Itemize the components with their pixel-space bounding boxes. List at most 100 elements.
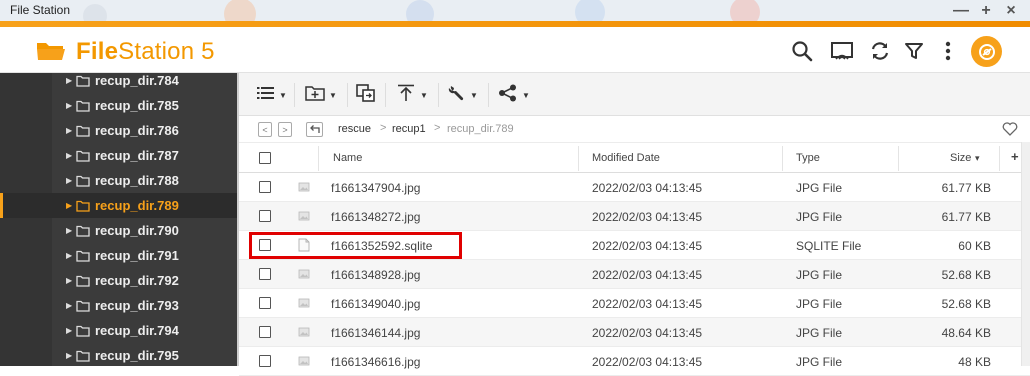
upload-button[interactable]: ▼	[396, 82, 428, 108]
row-checkbox[interactable]	[259, 355, 271, 367]
expand-arrow-icon[interactable]: ▶	[66, 101, 72, 110]
sidebar-item-label: recup_dir.788	[95, 173, 179, 188]
chevron-right-icon: >	[282, 124, 288, 135]
file-name[interactable]: f1661346616.jpg	[331, 355, 420, 369]
expand-arrow-icon[interactable]: ▶	[66, 126, 72, 135]
minimize-button[interactable]: —	[951, 0, 971, 21]
sidebar-item-recup-dir-795[interactable]: ▶ recup_dir.795	[0, 343, 237, 368]
list-view-icon	[257, 86, 275, 105]
table-row[interactable]: f1661349040.jpg 2022/02/03 04:13:45 JPG Fi…	[239, 289, 1030, 318]
sidebar-item-recup-dir-784[interactable]: ▶ recup_dir.784	[0, 68, 237, 93]
tools-icon	[448, 84, 466, 107]
breadcrumb-item[interactable]: rescue	[338, 123, 371, 135]
app-name: FileStation 5	[76, 38, 215, 65]
sort-desc-icon: ▾	[975, 153, 980, 163]
table-row[interactable]: f1661346616.jpg 2022/02/03 04:13:45 JPG Fi…	[239, 347, 1030, 376]
file-name[interactable]: f1661349040.jpg	[331, 297, 420, 311]
modified-date: 2022/02/03 04:13:45	[592, 326, 703, 340]
toolbar: ▼ ▼ ▼ ▼ ▼	[239, 73, 1030, 116]
row-checkbox[interactable]	[259, 239, 271, 251]
expand-arrow-icon[interactable]: ▶	[66, 301, 72, 310]
sidebar-item-recup-dir-785[interactable]: ▶ recup_dir.785	[0, 93, 237, 118]
wallpaper-backdrop	[83, 0, 760, 21]
row-checkbox[interactable]	[259, 268, 271, 280]
table-header: Name Modified Date Type Size ▾ +	[239, 144, 1030, 173]
chevron-down-icon: ▼	[420, 90, 428, 100]
table-row[interactable]: f1661346144.jpg 2022/02/03 04:13:45 JPG Fi…	[239, 318, 1030, 347]
file-name[interactable]: f1661347904.jpg	[331, 181, 420, 195]
row-checkbox[interactable]	[259, 181, 271, 193]
window-title-bar: File Station — + ×	[0, 0, 1030, 21]
file-name[interactable]: f1661348928.jpg	[331, 268, 420, 282]
expand-arrow-icon[interactable]: ▶	[66, 276, 72, 285]
breadcrumb-current: recup_dir.789	[447, 123, 514, 135]
table-row[interactable]: f1661352592.sqlite 2022/02/03 04:13:45 SQL…	[239, 231, 1030, 260]
chevron-down-icon: ▼	[279, 90, 287, 100]
file-name[interactable]: f1661352592.sqlite	[331, 239, 432, 253]
expand-arrow-icon[interactable]: ▶	[66, 326, 72, 335]
folder-icon	[76, 274, 90, 292]
sidebar-item-recup-dir-793[interactable]: ▶ recup_dir.793	[0, 293, 237, 318]
image-file-icon	[298, 180, 310, 198]
column-header-modified[interactable]: Modified Date	[592, 152, 660, 164]
folder-icon	[76, 349, 90, 367]
expand-arrow-icon[interactable]: ▶	[66, 226, 72, 235]
column-header-type[interactable]: Type	[796, 152, 820, 164]
sidebar-item-recup-dir-787[interactable]: ▶ recup_dir.787	[0, 143, 237, 168]
table-row[interactable]: f1661347904.jpg 2022/02/03 04:13:45 JPG Fi…	[239, 173, 1030, 202]
add-column-button[interactable]: +	[1011, 149, 1019, 164]
search-icon[interactable]	[790, 39, 814, 63]
sidebar-item-recup-dir-789[interactable]: ▶ recup_dir.789	[0, 193, 237, 218]
sidebar-item-recup-dir-791[interactable]: ▶ recup_dir.791	[0, 243, 237, 268]
user-avatar-icon[interactable]	[971, 36, 1002, 67]
row-checkbox[interactable]	[259, 297, 271, 309]
sidebar-item-recup-dir-792[interactable]: ▶ recup_dir.792	[0, 268, 237, 293]
create-button[interactable]: ▼	[305, 82, 337, 108]
forward-button[interactable]: >	[278, 122, 292, 137]
column-divider	[578, 146, 579, 171]
expand-arrow-icon[interactable]: ▶	[66, 201, 72, 210]
view-mode-button[interactable]: ▼	[257, 82, 287, 108]
expand-arrow-icon[interactable]: ▶	[66, 251, 72, 260]
sidebar-item-recup-dir-794[interactable]: ▶ recup_dir.794	[0, 318, 237, 343]
maximize-button[interactable]: +	[976, 0, 996, 21]
sidebar-item-recup-dir-790[interactable]: ▶ recup_dir.790	[0, 218, 237, 243]
file-name[interactable]: f1661346144.jpg	[331, 326, 420, 340]
row-checkbox[interactable]	[259, 210, 271, 222]
vertical-scrollbar[interactable]	[1021, 142, 1030, 366]
favorite-heart-icon[interactable]	[1002, 122, 1018, 141]
column-header-size[interactable]: Size	[950, 152, 971, 164]
close-button[interactable]: ×	[1001, 0, 1021, 21]
refresh-icon[interactable]	[868, 39, 892, 63]
filter-icon[interactable]	[902, 39, 926, 63]
back-button[interactable]: <	[258, 122, 272, 137]
copy-icon	[356, 83, 376, 107]
app-header: FileStation 5	[0, 27, 1030, 73]
breadcrumb-item[interactable]: recup1	[392, 123, 426, 135]
expand-arrow-icon[interactable]: ▶	[66, 76, 72, 85]
expand-arrow-icon[interactable]: ▶	[66, 351, 72, 360]
table-row[interactable]: f1661348272.jpg 2022/02/03 04:13:45 JPG Fi…	[239, 202, 1030, 231]
expand-arrow-icon[interactable]: ▶	[66, 151, 72, 160]
sidebar-item-label: recup_dir.795	[95, 348, 179, 363]
sidebar-item-recup-dir-788[interactable]: ▶ recup_dir.788	[0, 168, 237, 193]
media-cast-icon[interactable]	[830, 39, 854, 63]
file-type: JPG File	[796, 297, 843, 311]
breadcrumb-separator: >	[380, 122, 387, 134]
row-checkbox[interactable]	[259, 326, 271, 338]
file-name[interactable]: f1661348272.jpg	[331, 210, 420, 224]
modified-date: 2022/02/03 04:13:45	[592, 210, 703, 224]
expand-arrow-icon[interactable]: ▶	[66, 176, 72, 185]
table-row[interactable]: f1661348928.jpg 2022/02/03 04:13:45 JPG Fi…	[239, 260, 1030, 289]
tools-button[interactable]: ▼	[448, 82, 478, 108]
folder-icon	[76, 149, 90, 167]
copy-button[interactable]	[356, 82, 376, 108]
column-divider	[999, 146, 1000, 171]
column-header-name[interactable]: Name	[333, 152, 362, 164]
file-size: 61.77 KB	[941, 210, 991, 224]
share-button[interactable]: ▼	[498, 82, 530, 108]
sidebar-item-recup-dir-786[interactable]: ▶ recup_dir.786	[0, 118, 237, 143]
select-all-checkbox[interactable]	[259, 152, 271, 164]
parent-folder-button[interactable]	[306, 122, 323, 137]
more-vertical-icon[interactable]	[936, 39, 960, 63]
